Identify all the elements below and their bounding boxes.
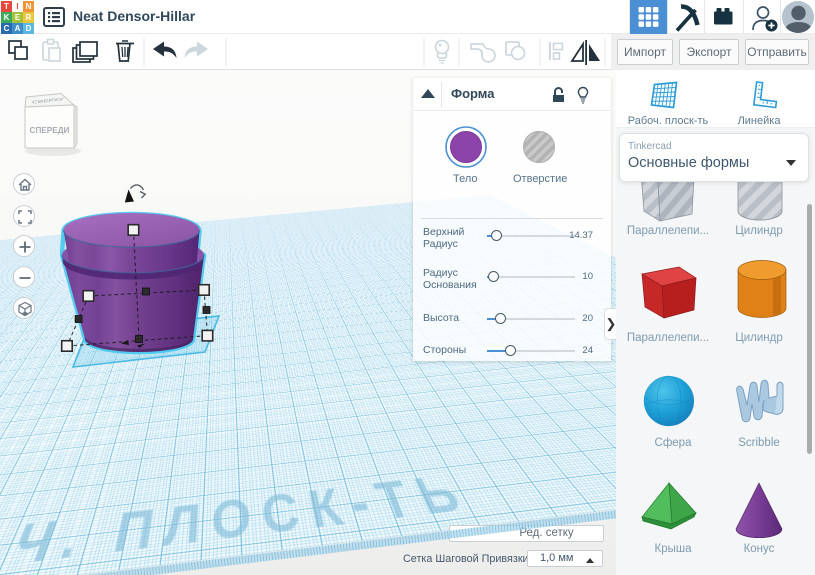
svg-text:СПЕРЕДИ: СПЕРЕДИ bbox=[30, 126, 70, 135]
